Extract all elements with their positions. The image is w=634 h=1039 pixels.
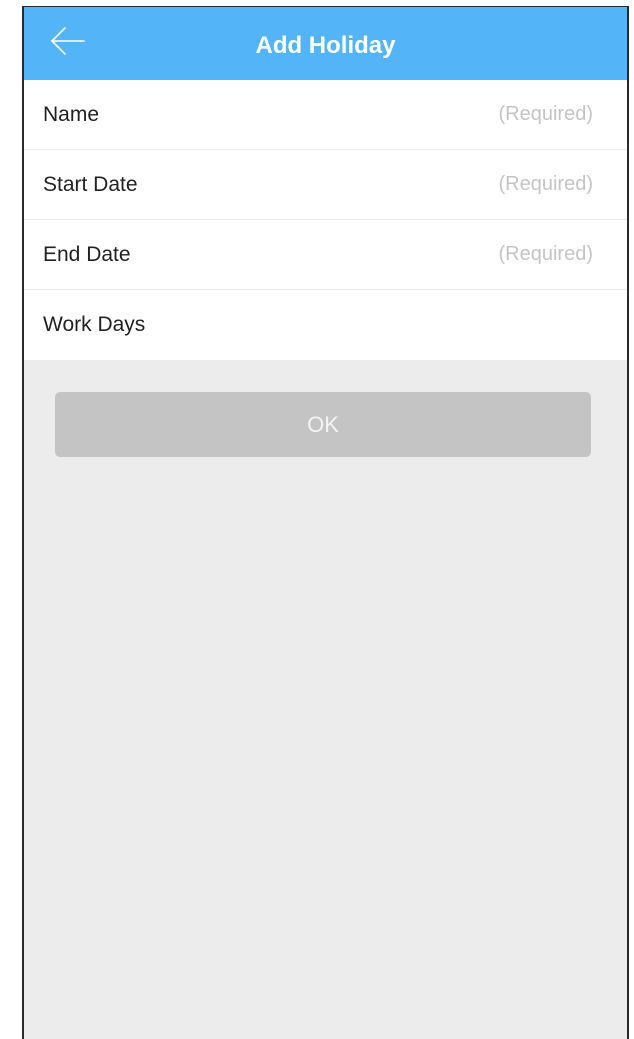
back-button[interactable] bbox=[50, 21, 114, 65]
phone-screen: Add Holiday Name (Required) Start Date (… bbox=[22, 6, 629, 1039]
work-days-field[interactable]: Work Days bbox=[24, 290, 627, 360]
work-days-label: Work Days bbox=[43, 313, 146, 336]
start-date-field[interactable]: Start Date (Required) bbox=[24, 150, 627, 220]
ok-button[interactable]: OK bbox=[55, 392, 591, 457]
name-field[interactable]: Name (Required) bbox=[24, 80, 627, 150]
start-date-label: Start Date bbox=[43, 172, 138, 196]
end-date-label: End Date bbox=[43, 242, 131, 266]
page-title: Add Holiday bbox=[255, 32, 396, 59]
navigation-bar: Add Holiday bbox=[24, 7, 627, 80]
name-placeholder: (Required) bbox=[498, 103, 593, 125]
end-date-field[interactable]: End Date (Required) bbox=[24, 220, 627, 290]
arrow-left-icon bbox=[50, 26, 86, 61]
holiday-form: Name (Required) Start Date (Required) En… bbox=[24, 80, 627, 360]
start-date-placeholder: (Required) bbox=[498, 173, 593, 195]
name-label: Name bbox=[43, 102, 100, 126]
end-date-placeholder: (Required) bbox=[498, 243, 593, 265]
